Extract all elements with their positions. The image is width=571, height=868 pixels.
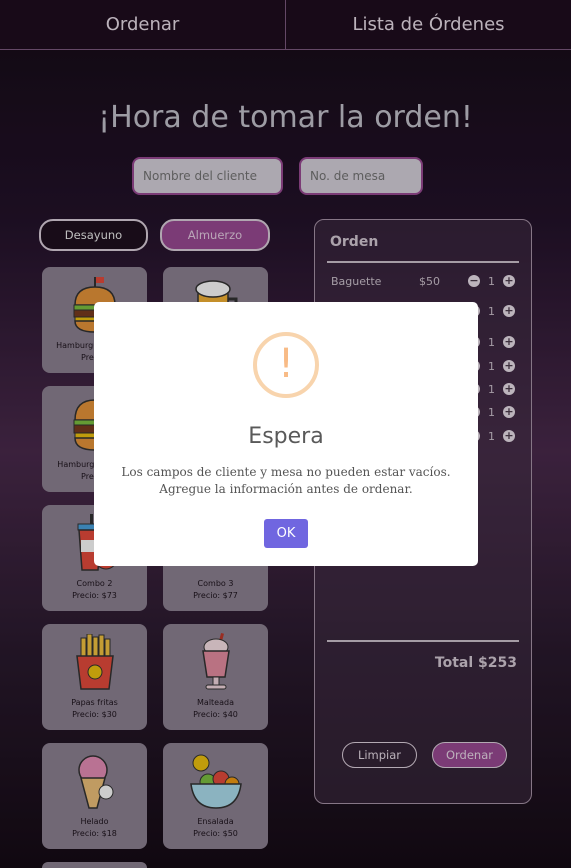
modal-message: Los campos de cliente y mesa no pueden e…	[121, 465, 451, 496]
modal-title: Espera	[248, 424, 324, 449]
modal-backdrop: ! Espera Los campos de cliente y mesa no…	[0, 0, 571, 868]
alert-modal: ! Espera Los campos de cliente y mesa no…	[94, 302, 478, 566]
exclamation-icon: !	[253, 332, 319, 398]
ok-button[interactable]: OK	[264, 519, 308, 548]
